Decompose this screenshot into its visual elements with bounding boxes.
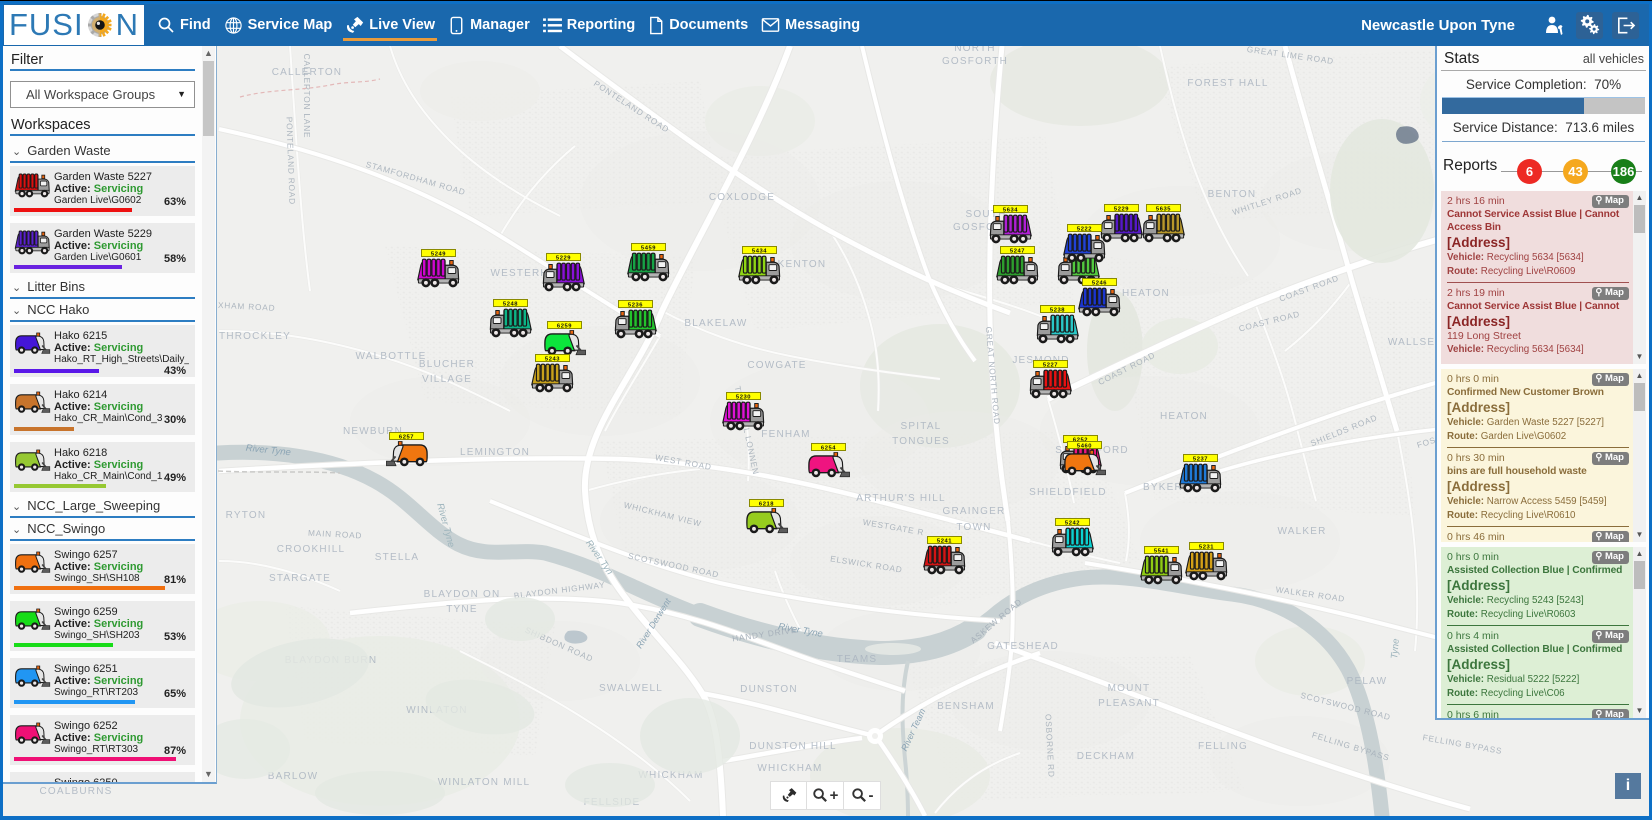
svg-text:HEATON: HEATON (1122, 288, 1170, 299)
svg-text:BYKER: BYKER (1143, 482, 1183, 493)
svg-text:PELAW: PELAW (1347, 676, 1388, 687)
svg-text:TONGUES: TONGUES (892, 436, 950, 447)
svg-text:BARLOW: BARLOW (268, 771, 319, 782)
svg-text:COALBURNS: COALBURNS (39, 786, 112, 797)
svg-text:BENTON: BENTON (1208, 189, 1257, 200)
svg-text:STARGATE: STARGATE (269, 573, 331, 584)
svg-text:DECKHAM: DECKHAM (1077, 751, 1135, 762)
svg-text:GOSFORTH: GOSFORTH (942, 56, 1008, 67)
svg-text:PLEASANT: PLEASANT (1098, 698, 1160, 709)
svg-text:DUNSTON: DUNSTON (740, 684, 798, 695)
svg-text:BENSHAM: BENSHAM (937, 701, 995, 712)
svg-text:TEAMS: TEAMS (837, 654, 877, 665)
svg-text:WINLATON MILL: WINLATON MILL (438, 777, 530, 788)
svg-text:VILLAGE: VILLAGE (422, 374, 472, 385)
svg-text:LEMINGTON: LEMINGTON (460, 447, 530, 458)
svg-text:SPITAL: SPITAL (901, 421, 942, 432)
svg-text:FENHAM: FENHAM (761, 429, 810, 440)
svg-text:COWGATE: COWGATE (747, 360, 806, 371)
svg-text:BLAYDON ON: BLAYDON ON (424, 589, 501, 600)
svg-text:SWALWELL: SWALWELL (599, 683, 663, 694)
svg-text:TYNE: TYNE (446, 604, 477, 615)
svg-text:STELLA: STELLA (375, 552, 419, 563)
svg-text:HEATON: HEATON (1160, 411, 1208, 422)
svg-text:NORTH: NORTH (954, 46, 995, 54)
svg-text:CALLERTON LANE: CALLERTON LANE (302, 54, 312, 139)
svg-text:KENTON: KENTON (778, 259, 827, 270)
svg-text:WALKER: WALKER (1277, 526, 1326, 537)
svg-text:FOREST HALL: FOREST HALL (1187, 78, 1268, 89)
svg-text:MOUNT: MOUNT (1108, 683, 1151, 694)
svg-text:FELLING: FELLING (1198, 741, 1248, 752)
svg-text:ARTHUR'S HILL: ARTHUR'S HILL (856, 493, 946, 504)
svg-text:GRAINGER: GRAINGER (943, 506, 1006, 517)
svg-text:BLUCHER: BLUCHER (419, 359, 475, 370)
svg-text:RYTON: RYTON (226, 510, 267, 521)
svg-text:GATESHEAD: GATESHEAD (987, 641, 1059, 652)
svg-text:WHICKHAM: WHICKHAM (757, 763, 822, 774)
svg-text:WALBOTTLE: WALBOTTLE (356, 351, 427, 362)
svg-text:DUNSTON HILL: DUNSTON HILL (749, 741, 837, 752)
svg-text:THROCKLEY: THROCKLEY (219, 331, 291, 342)
svg-text:Tyne: Tyne (1389, 638, 1402, 659)
svg-text:TOWN: TOWN (956, 522, 991, 533)
svg-text:COXLODGE: COXLODGE (709, 192, 775, 203)
svg-text:BLAKELAW: BLAKELAW (684, 318, 747, 329)
svg-text:SHIELDFIELD: SHIELDFIELD (1029, 487, 1107, 498)
svg-text:CROOKHILL: CROOKHILL (277, 544, 346, 555)
